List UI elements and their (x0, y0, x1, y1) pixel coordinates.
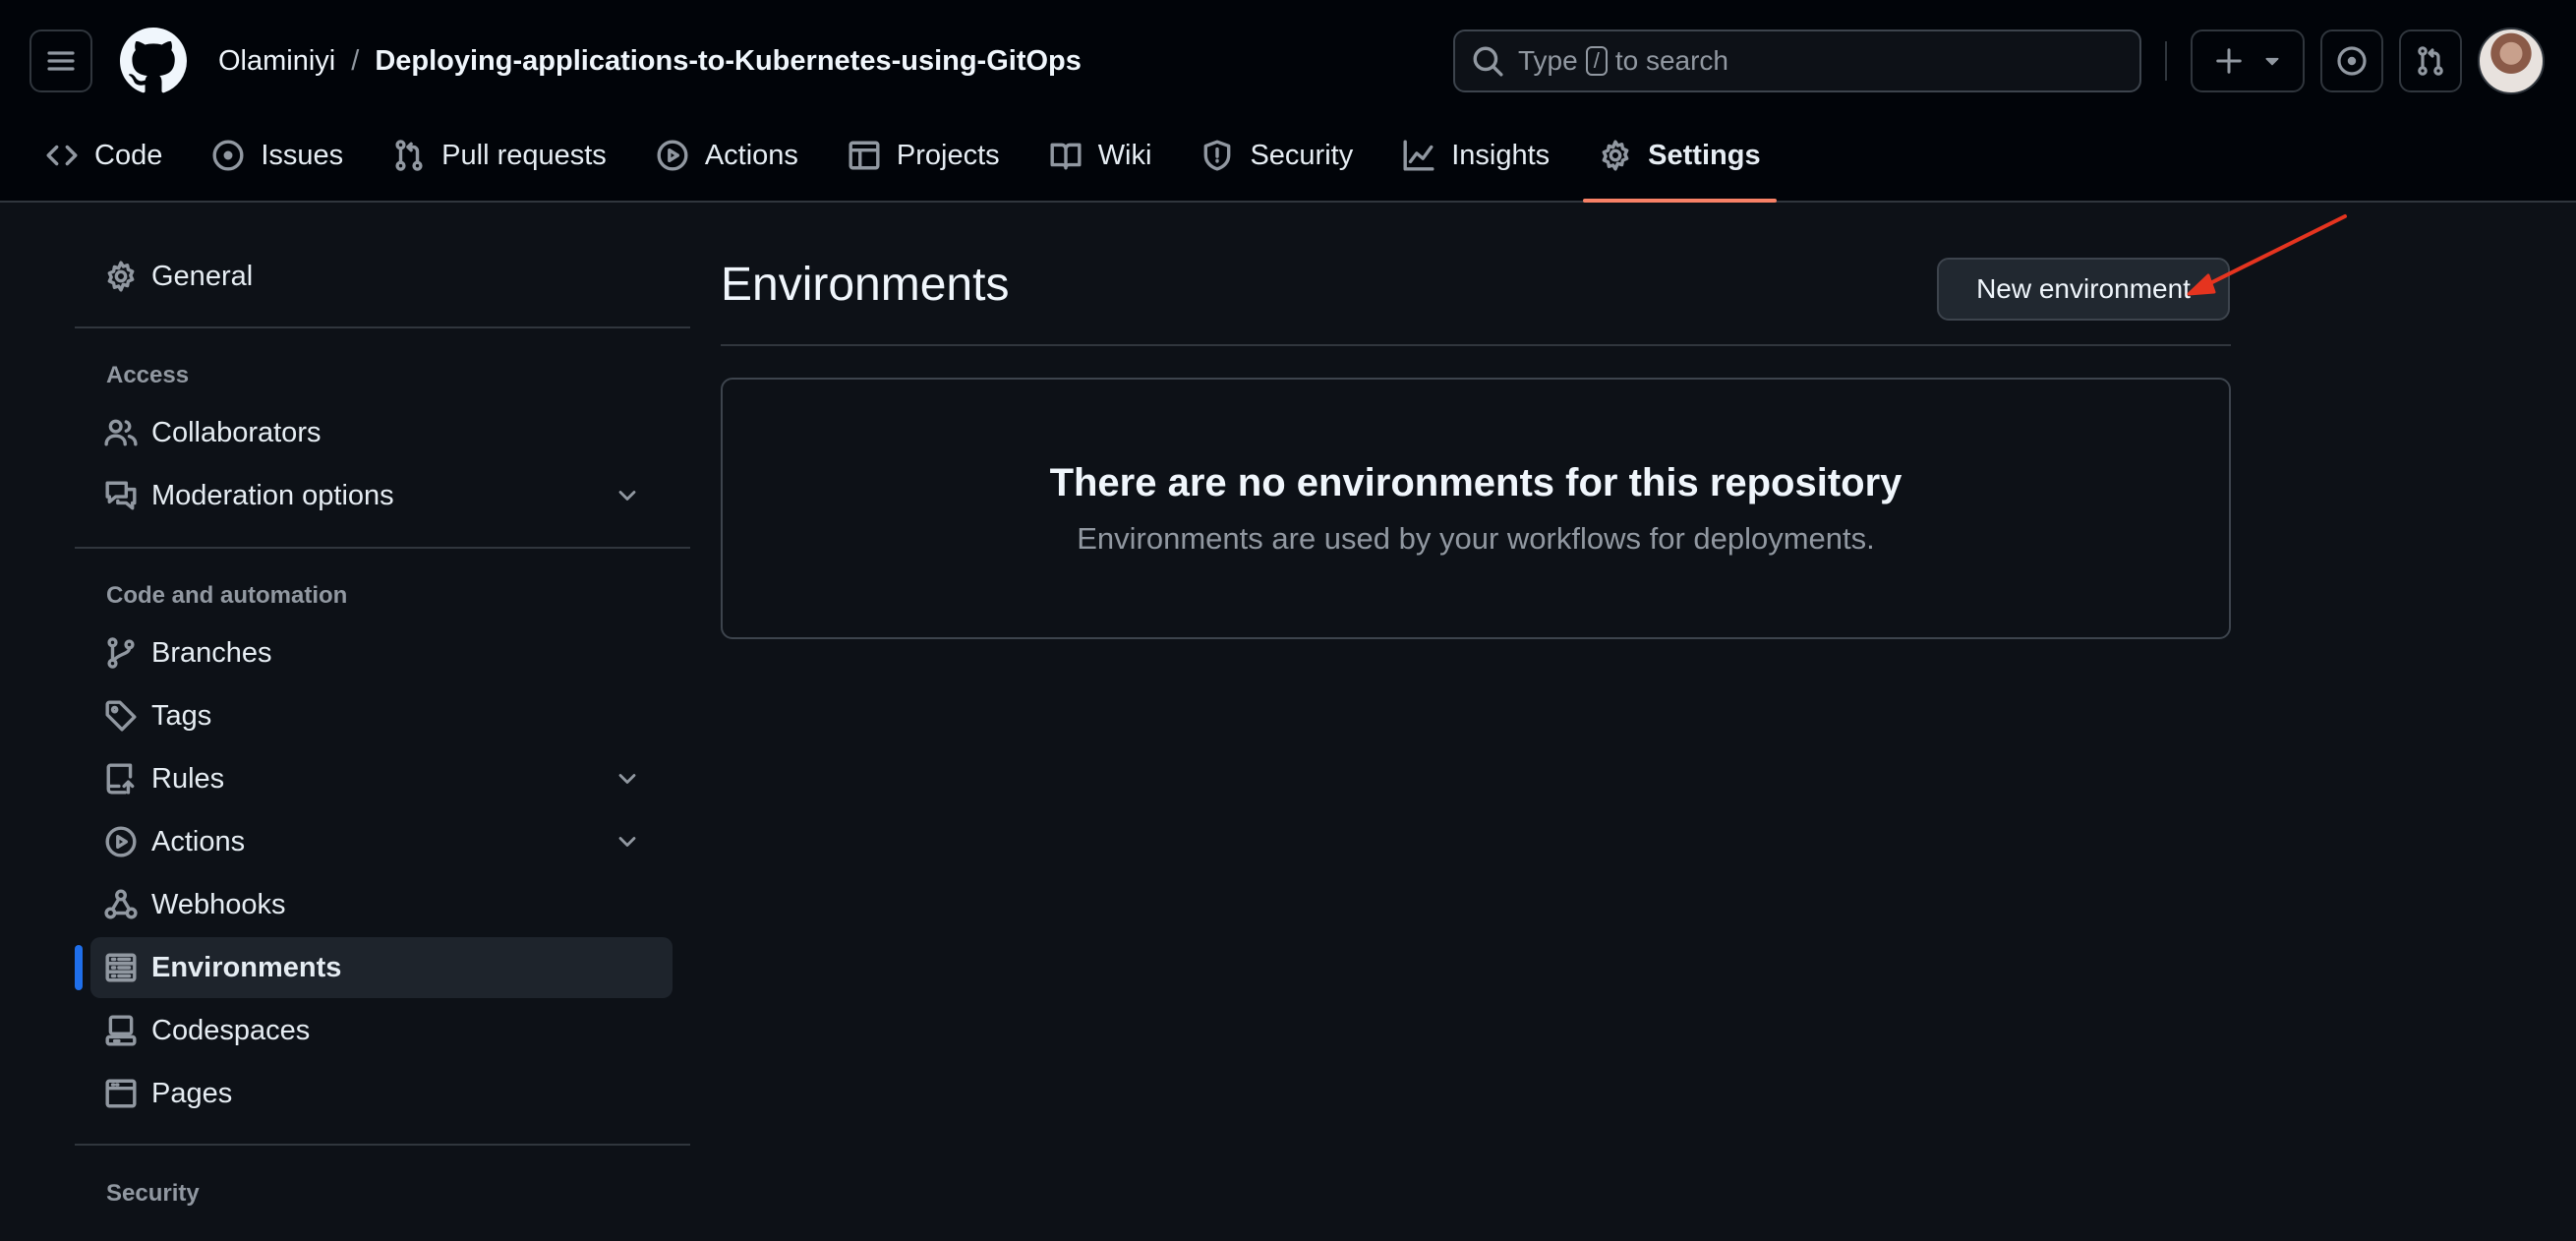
tag-icon (104, 699, 138, 733)
github-logo-icon[interactable] (120, 28, 187, 94)
code-icon (45, 139, 79, 172)
search-placeholder-suffix: to search (1614, 45, 1728, 76)
people-icon (104, 416, 138, 449)
tab-security[interactable]: Security (1185, 126, 1369, 185)
sidebar-item-label: Moderation options (151, 479, 394, 511)
sidebar-item-label: General (151, 260, 254, 292)
chevron-down-icon[interactable] (614, 765, 641, 793)
sidebar-item-moderation-options[interactable]: Moderation options (90, 465, 673, 526)
empty-state: There are no environments for this repos… (721, 378, 2231, 639)
sidebar-item-collaborators[interactable]: Collaborators (90, 402, 673, 463)
issue-opened-icon (2336, 45, 2368, 77)
sidebar-heading-access: Access (106, 362, 190, 388)
sidebar-item-label: Collaborators (151, 416, 322, 448)
sidebar-item-label: Actions (151, 825, 246, 857)
git-branch-icon (104, 636, 138, 670)
sidebar-item-rules[interactable]: Rules (90, 748, 673, 809)
hamburger-icon (45, 45, 77, 77)
issues-button[interactable] (2320, 30, 2383, 92)
avatar[interactable] (2478, 28, 2545, 94)
empty-state-description: Environments are used by your workflows … (1077, 520, 1875, 556)
page-title: Environments (721, 259, 1010, 311)
issue-opened-icon (211, 139, 245, 172)
pull-requests-button[interactable] (2399, 30, 2462, 92)
plus-icon (2214, 46, 2244, 76)
play-icon (656, 139, 689, 172)
sidebar-item-label: Codespaces (151, 1014, 311, 1046)
sidebar-item-environments[interactable]: Environments (90, 937, 673, 998)
sidebar-item-actions[interactable]: Actions (90, 811, 673, 872)
sidebar-heading-code-automation: Code and automation (106, 582, 348, 609)
tab-pull-requests[interactable]: Pull requests (377, 126, 622, 185)
graph-icon (1402, 139, 1435, 172)
tab-code[interactable]: Code (29, 126, 178, 185)
git-pull-request-icon (2415, 45, 2446, 77)
chevron-down-icon[interactable] (614, 482, 641, 509)
tab-wiki[interactable]: Wiki (1033, 126, 1168, 185)
menu-button[interactable] (29, 30, 92, 92)
tab-label: Issues (261, 139, 344, 171)
tab-issues[interactable]: Issues (196, 126, 359, 185)
active-indicator (75, 945, 83, 990)
search-input[interactable]: Type / to search (1453, 30, 2141, 92)
global-header: Olaminiyi / Deploying-applications-to-Ku… (0, 0, 2576, 203)
sidebar-item-pages[interactable]: Pages (90, 1063, 673, 1124)
codespaces-icon (104, 1014, 138, 1047)
table-icon (848, 139, 881, 172)
shield-icon (1200, 139, 1234, 172)
webhook-icon (104, 888, 138, 921)
sidebar-item-tags[interactable]: Tags (90, 685, 673, 746)
header-divider (2165, 41, 2167, 81)
sidebar-item-label: Webhooks (151, 888, 286, 920)
browser-icon (104, 1077, 138, 1110)
tab-label: Insights (1451, 139, 1551, 171)
repo-nav-tabs: Code Issues Pull requests Actions Projec… (29, 126, 1794, 203)
triangle-down-icon (2263, 52, 2281, 70)
tab-label: Pull requests (441, 139, 607, 171)
sidebar-item-branches[interactable]: Branches (90, 622, 673, 683)
tab-actions[interactable]: Actions (640, 126, 814, 185)
repo-push-icon (104, 762, 138, 796)
chevron-down-icon[interactable] (614, 828, 641, 856)
create-new-button[interactable] (2191, 30, 2305, 92)
tab-settings[interactable]: Settings (1583, 126, 1777, 203)
search-shortcut-key: / (1585, 46, 1608, 76)
tab-label: Actions (704, 139, 798, 171)
tab-projects[interactable]: Projects (832, 126, 1016, 185)
search-icon (1471, 44, 1504, 78)
sidebar-heading-security: Security (106, 1180, 200, 1207)
empty-state-title: There are no environments for this repos… (1049, 460, 1903, 504)
tab-insights[interactable]: Insights (1386, 126, 1565, 185)
title-divider (721, 344, 2231, 346)
sidebar-item-label: Pages (151, 1077, 233, 1109)
sidebar-item-webhooks[interactable]: Webhooks (90, 874, 673, 935)
sidebar-divider (75, 326, 690, 328)
git-pull-request-icon (392, 139, 426, 172)
sidebar-item-general[interactable]: General (90, 246, 673, 307)
sidebar-item-label: Branches (151, 636, 272, 669)
tab-label: Security (1250, 139, 1354, 171)
tab-label: Projects (896, 139, 1000, 171)
tab-label: Wiki (1097, 139, 1152, 171)
sidebar-divider (75, 1144, 690, 1146)
sidebar-item-codespaces[interactable]: Codespaces (90, 1000, 673, 1061)
breadcrumb-separator: / (351, 44, 360, 77)
server-icon (104, 951, 138, 984)
repo-link[interactable]: Deploying-applications-to-Kubernetes-usi… (375, 45, 1082, 78)
play-icon (104, 825, 138, 858)
gear-icon (104, 260, 138, 293)
gear-icon (1599, 139, 1632, 172)
owner-link[interactable]: Olaminiyi (218, 45, 335, 78)
tab-label: Settings (1648, 139, 1761, 171)
comment-discussion-icon (104, 479, 138, 512)
book-icon (1049, 139, 1083, 172)
breadcrumb: Olaminiyi / Deploying-applications-to-Ku… (218, 39, 1082, 83)
sidebar-item-label: Environments (151, 951, 342, 983)
search-placeholder-prefix: Type (1518, 45, 1578, 76)
new-environment-button[interactable]: New environment (1937, 258, 2230, 321)
tab-label: Code (94, 139, 163, 171)
sidebar-divider (75, 547, 690, 549)
sidebar-item-label: Rules (151, 762, 225, 795)
sidebar-item-label: Tags (151, 699, 212, 732)
